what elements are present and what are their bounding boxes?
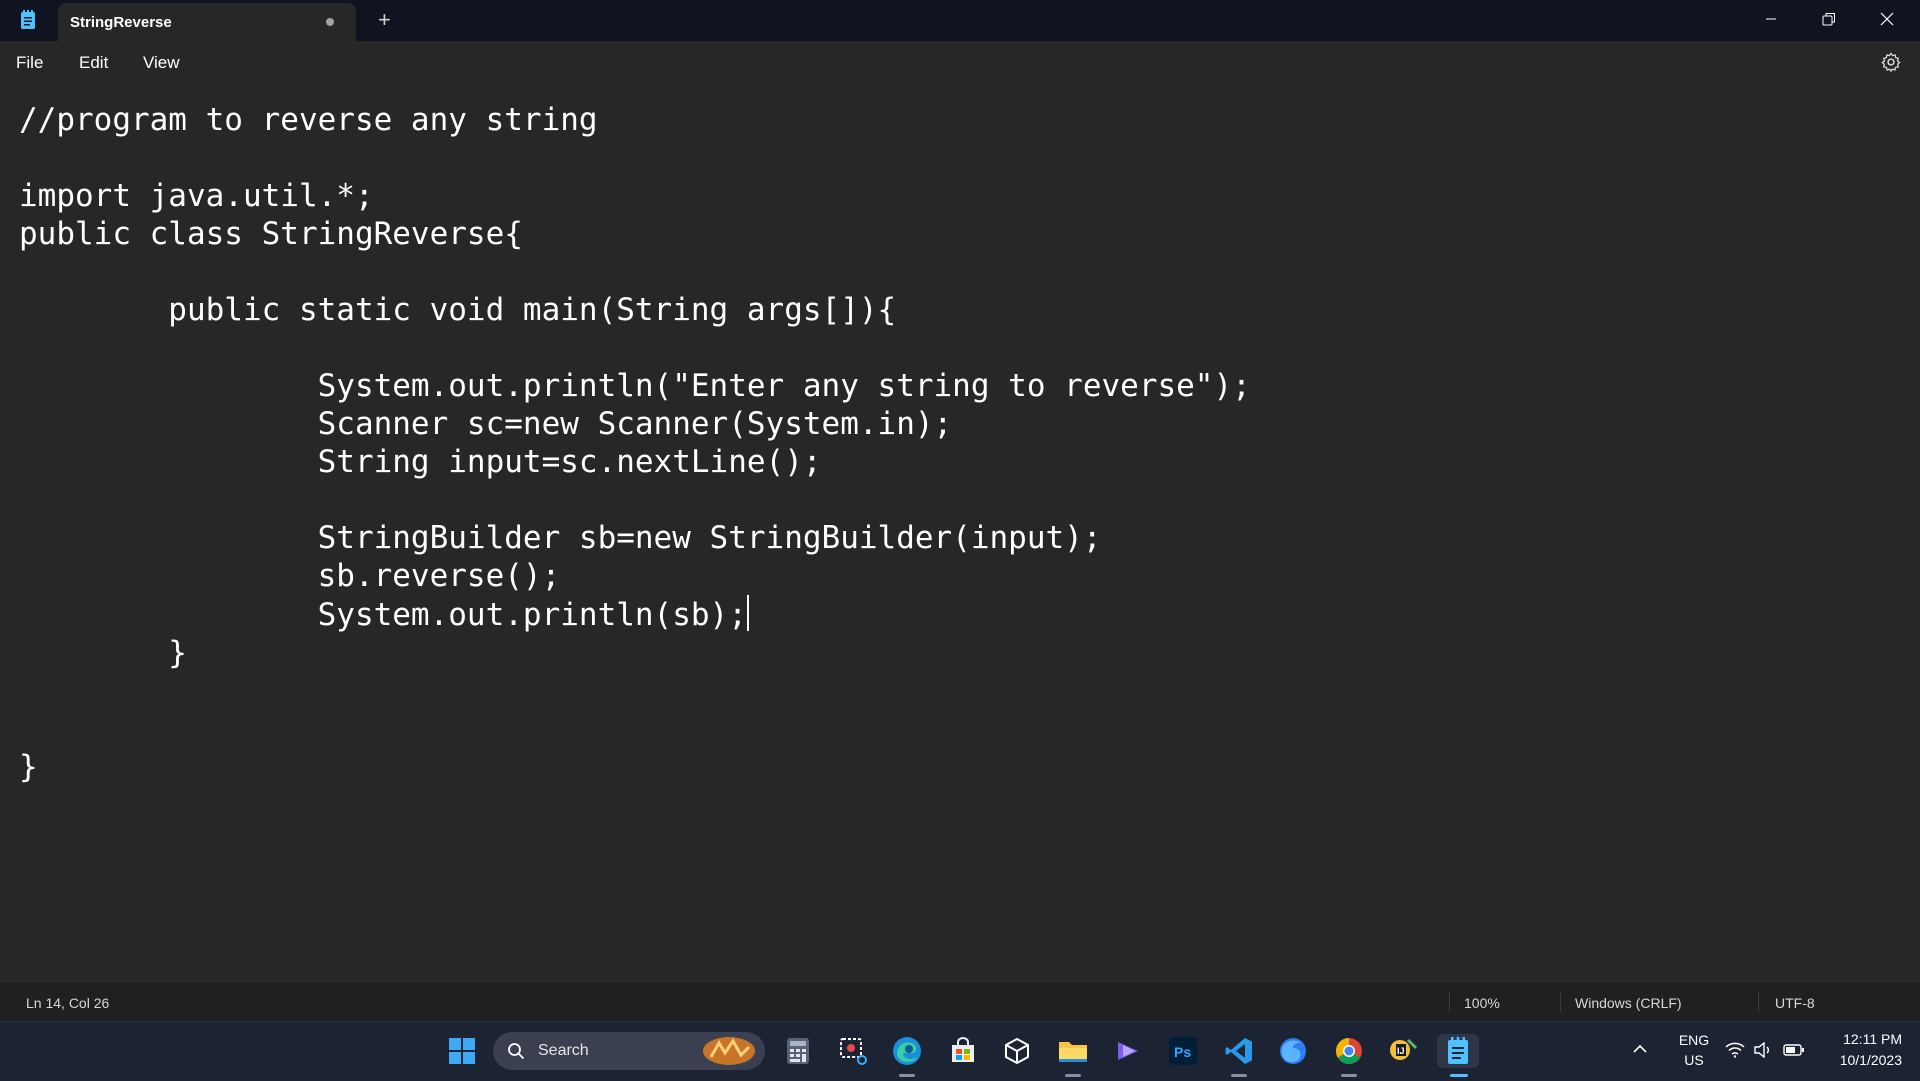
edge-icon: [893, 1037, 921, 1065]
calculator-icon: [787, 1038, 809, 1064]
close-button[interactable]: [1858, 0, 1916, 38]
taskbar-search-box[interactable]: Search: [493, 1032, 765, 1070]
chrome-icon: [1335, 1037, 1362, 1065]
menu-edit[interactable]: Edit: [79, 53, 108, 73]
code-line[interactable]: String input=sc.nextLine();: [19, 444, 822, 480]
restore-button[interactable]: [1800, 0, 1858, 38]
zoom-level[interactable]: 100%: [1464, 995, 1500, 1011]
settings-gear-icon[interactable]: [1880, 51, 1902, 73]
volume-icon[interactable]: [1753, 1042, 1773, 1058]
title-bar: StringReverse +: [0, 0, 1920, 41]
menu-bar: File Edit View: [0, 41, 1920, 83]
edge-app[interactable]: [890, 1034, 924, 1068]
running-indicator: [1341, 1074, 1357, 1077]
snipping-tool-icon: [840, 1038, 867, 1065]
clipchamp-app[interactable]: [1111, 1034, 1145, 1068]
new-tab-button[interactable]: +: [378, 9, 391, 31]
vscode-icon: [1225, 1038, 1252, 1064]
menu-view[interactable]: View: [143, 53, 180, 73]
encoding[interactable]: UTF-8: [1775, 995, 1815, 1011]
chevron-up-icon[interactable]: [1633, 1044, 1647, 1054]
code-line[interactable]: System.out.println(sb);: [19, 597, 747, 633]
photoshop-icon: Ps: [1169, 1037, 1197, 1065]
microsoft-store-app[interactable]: [946, 1034, 980, 1068]
code-line[interactable]: }: [19, 635, 187, 671]
wifi-icon[interactable]: [1725, 1042, 1745, 1058]
chrome-app[interactable]: [1332, 1034, 1366, 1068]
code-line[interactable]: StringBuilder sb=new StringBuilder(input…: [19, 520, 1102, 556]
clipchamp-icon: [1118, 1042, 1138, 1060]
cursor-position: Ln 14, Col 26: [26, 995, 110, 1011]
svg-text:Ps: Ps: [1174, 1044, 1191, 1060]
unsaved-dot-icon[interactable]: [326, 18, 334, 26]
running-indicator: [1065, 1074, 1081, 1077]
close-icon: [1880, 12, 1894, 26]
line-ending[interactable]: Windows (CRLF): [1575, 995, 1682, 1011]
search-highlight-icon: [703, 1037, 755, 1065]
vscode-app[interactable]: [1222, 1034, 1256, 1068]
code-line[interactable]: public static void main(String args[]){: [19, 292, 896, 328]
code-line[interactable]: }: [19, 749, 38, 785]
search-label: Search: [538, 1042, 589, 1059]
store-icon: [952, 1037, 974, 1062]
code-line[interactable]: sb.reverse();: [19, 558, 561, 594]
minimize-icon: [1766, 18, 1776, 20]
menu-file[interactable]: File: [16, 53, 43, 73]
search-icon: [508, 1043, 525, 1060]
intellij-icon: IJ: [1390, 1038, 1418, 1060]
code-line[interactable]: System.out.println("Enter any string to …: [19, 368, 1251, 404]
virtualbox-icon: [1005, 1037, 1029, 1065]
notepad-app[interactable]: [1437, 1034, 1479, 1068]
tab-stringreverse[interactable]: StringReverse: [58, 3, 356, 41]
battery-icon[interactable]: [1783, 1044, 1805, 1056]
minimize-button[interactable]: [1742, 0, 1800, 38]
divider: [1449, 992, 1450, 1012]
text-caret: [746, 595, 749, 631]
clock-time[interactable]: 12:11 PM: [1822, 1031, 1902, 1047]
calculator-app[interactable]: [781, 1034, 815, 1068]
text-editor[interactable]: //program to reverse any string import j…: [0, 83, 1920, 981]
photoshop-app[interactable]: Ps: [1166, 1034, 1200, 1068]
file-explorer-icon: [1059, 1042, 1087, 1062]
code-text[interactable]: //program to reverse any string import j…: [19, 101, 1251, 786]
start-button[interactable]: [445, 1034, 479, 1068]
clock-date[interactable]: 10/1/2023: [1822, 1052, 1902, 1068]
divider: [1560, 992, 1561, 1012]
active-indicator: [1450, 1074, 1468, 1077]
svg-text:IJ: IJ: [1397, 1046, 1405, 1056]
firefox-app[interactable]: [1276, 1034, 1310, 1068]
language-code[interactable]: ENG: [1674, 1032, 1714, 1048]
restore-icon: [1822, 13, 1835, 26]
windows-start-icon: [449, 1038, 475, 1064]
intellij-app[interactable]: IJ: [1386, 1034, 1420, 1068]
status-bar: Ln 14, Col 26 100% Windows (CRLF) UTF-8: [0, 981, 1920, 1022]
tab-title: StringReverse: [70, 14, 172, 31]
running-indicator: [1231, 1074, 1247, 1077]
file-explorer-app[interactable]: [1056, 1034, 1090, 1068]
taskbar: Search Ps IJ ENG US 12:11 PM 10/1/2023: [0, 1021, 1920, 1081]
code-line[interactable]: Scanner sc=new Scanner(System.in);: [19, 406, 953, 442]
running-indicator: [899, 1074, 915, 1077]
virtualbox-app[interactable]: [1000, 1034, 1034, 1068]
snipping-tool-app[interactable]: [836, 1034, 870, 1068]
code-line[interactable]: public class StringReverse{: [19, 216, 523, 252]
divider: [1758, 992, 1759, 1012]
firefox-icon: [1280, 1038, 1306, 1064]
code-line[interactable]: import java.util.*;: [19, 178, 374, 214]
notepad-icon: [1448, 1037, 1468, 1064]
language-region[interactable]: US: [1674, 1052, 1714, 1068]
notepad-app-icon: [21, 10, 35, 29]
code-line[interactable]: //program to reverse any string: [19, 102, 598, 138]
